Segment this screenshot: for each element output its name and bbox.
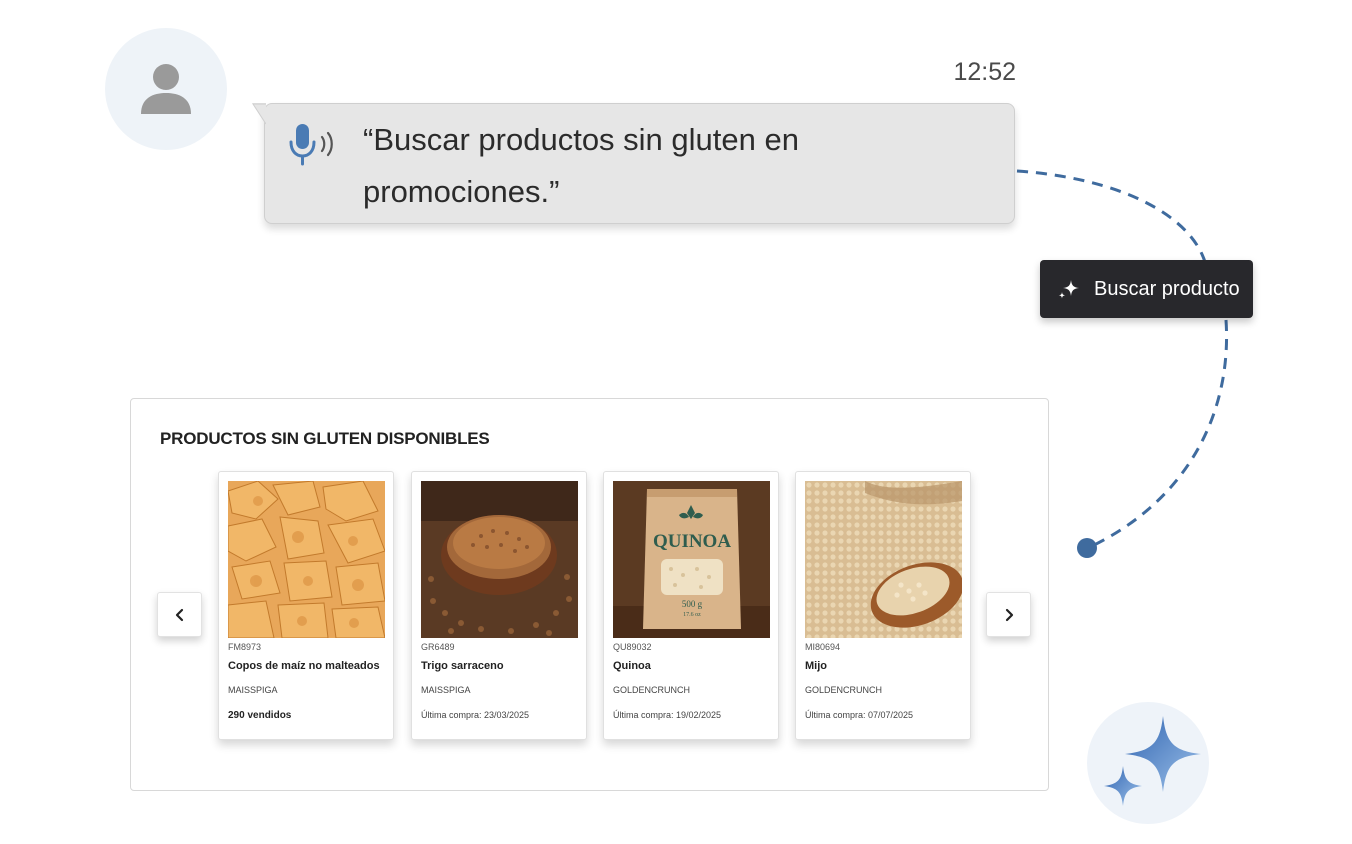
quinoa-package-weight: 500 g: [682, 599, 703, 609]
voice-message-bubble: “Buscar productos sin gluten en promocio…: [252, 103, 1015, 224]
product-last-purchase: Última compra: 07/07/2025: [805, 710, 914, 720]
action-label: Buscar producto: [1094, 277, 1240, 300]
chevron-right-icon: [1005, 608, 1013, 621]
quinoa-package-label: QUINOA: [653, 531, 731, 552]
user-silhouette-icon: [141, 64, 191, 114]
connector-upper: [1016, 169, 1207, 263]
product-card[interactable]: GR6489 Trigo sarraceno MAISSPIGA Última …: [411, 471, 587, 740]
product-card[interactable]: MI80694 Mijo GOLDENCRUNCH Última compra:…: [795, 471, 971, 740]
product-name: Trigo sarraceno: [421, 660, 504, 672]
voice-transcript: “Buscar productos sin gluten en promocio…: [363, 122, 799, 209]
product-code: FM8973: [228, 642, 262, 652]
product-card[interactable]: QUINOA 500 g 17.6 oz QU89032 Quinoa GOLD…: [603, 471, 779, 740]
product-image: [228, 481, 385, 638]
carousel-next-button[interactable]: [986, 592, 1031, 637]
product-last-purchase: Última compra: 23/03/2025: [421, 710, 530, 720]
microphone-voice-icon: [289, 124, 333, 166]
product-brand: GOLDENCRUNCH: [805, 685, 883, 695]
results-title: PRODUCTOS SIN GLUTEN DISPONIBLES: [160, 429, 490, 448]
connector-lower: [1087, 319, 1229, 550]
message-timestamp: 12:52: [953, 58, 1016, 86]
product-name: Mijo: [805, 660, 827, 672]
product-sales: 290 vendidos: [228, 710, 292, 721]
results-panel: PRODUCTOS SIN GLUTEN DISPONIBLES FM8973 …: [130, 398, 1049, 791]
product-code: MI80694: [805, 642, 841, 652]
bubble-tail: [252, 103, 266, 125]
search-product-action[interactable]: Buscar producto: [1040, 260, 1253, 318]
product-brand: MAISSPIGA: [228, 685, 278, 695]
product-image: QUINOA 500 g 17.6 oz: [613, 481, 770, 638]
product-name: Quinoa: [613, 660, 651, 672]
quinoa-package-weight-oz: 17.6 oz: [683, 612, 701, 618]
ai-assistant-orb: [1087, 702, 1209, 824]
connector-endpoint: [1077, 538, 1097, 558]
product-code: GR6489: [421, 642, 455, 652]
product-image: [421, 481, 578, 638]
sparkle-icon: [1058, 280, 1079, 299]
product-image: [805, 481, 962, 638]
product-code: QU89032: [613, 642, 652, 652]
product-name: Copos de maíz no malteados: [228, 660, 380, 672]
chevron-left-icon: [175, 608, 183, 621]
carousel-prev-button[interactable]: [157, 592, 202, 637]
product-last-purchase: Última compra: 19/02/2025: [613, 710, 722, 720]
ai-sparkles-icon: [1104, 716, 1201, 806]
user-avatar: [105, 28, 227, 150]
product-card[interactable]: FM8973 Copos de maíz no malteados MAISSP…: [218, 471, 394, 740]
product-brand: MAISSPIGA: [421, 685, 471, 695]
product-brand: GOLDENCRUNCH: [613, 685, 691, 695]
